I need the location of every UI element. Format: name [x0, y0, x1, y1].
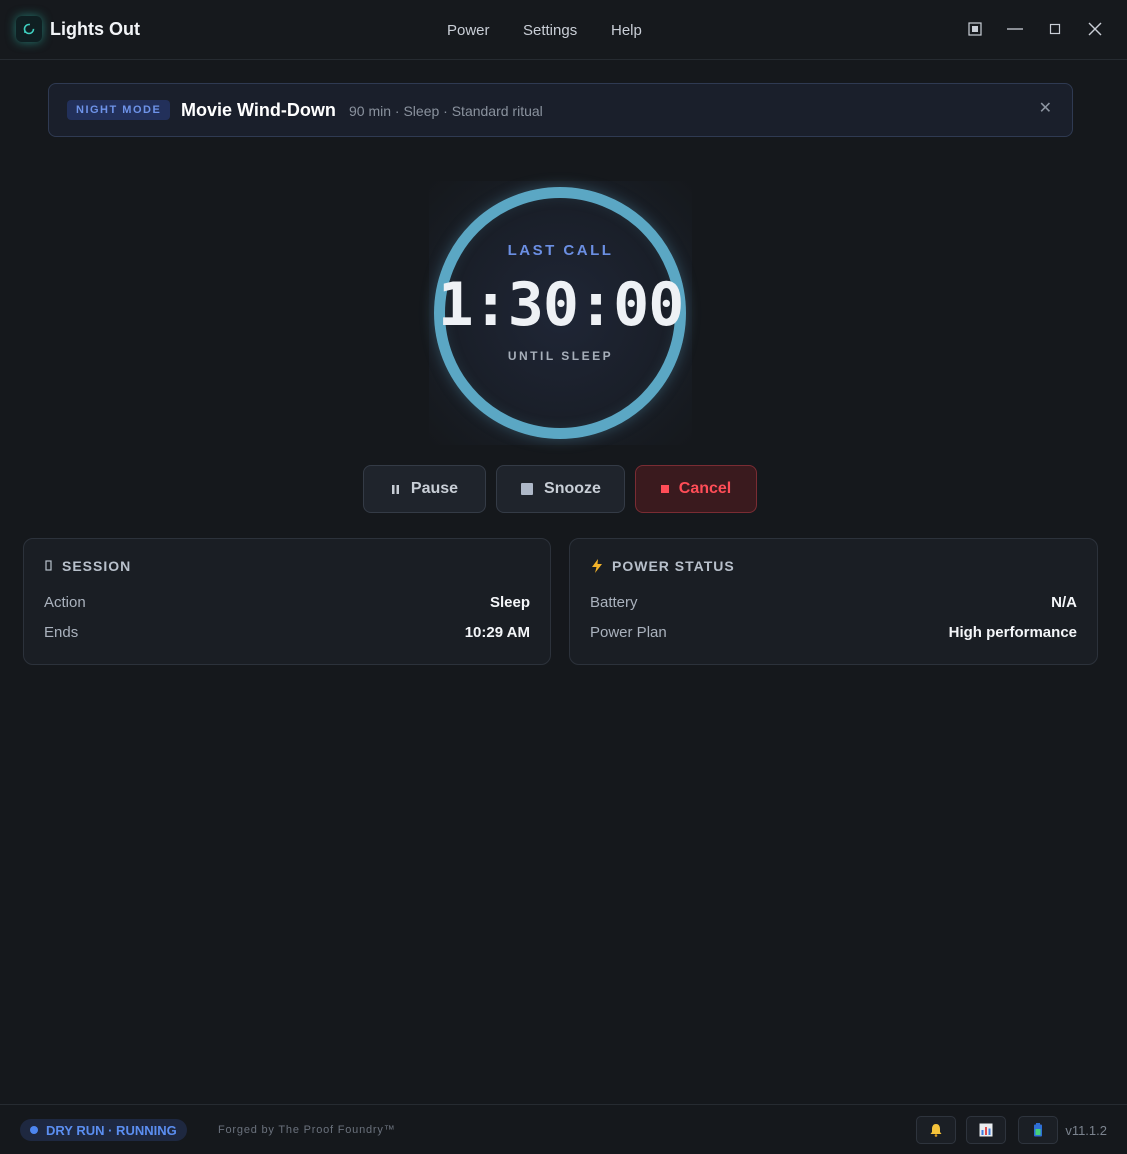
bell-icon: [930, 1124, 942, 1137]
maximize-icon: [1049, 23, 1061, 35]
app-logo-icon: [16, 16, 42, 42]
chart-icon: [979, 1123, 993, 1137]
timer-heading: LAST CALL: [507, 242, 614, 259]
battery-icon: [1034, 1123, 1042, 1137]
pause-button[interactable]: Pause: [363, 465, 486, 513]
run-status-badge: DRY RUN · RUNNING: [20, 1119, 187, 1141]
version-label: v11.1.2: [1065, 1123, 1107, 1138]
night-mode-badge: NIGHT MODE: [67, 100, 171, 120]
session-title: SESSION: [62, 558, 132, 574]
credit-text: Forged by The Proof Foundry™: [218, 1124, 396, 1136]
menu-help[interactable]: Help: [611, 22, 642, 39]
run-status-text: DRY RUN · RUNNING: [46, 1122, 177, 1138]
minimize-icon: [1007, 28, 1023, 30]
cancel-label: Cancel: [678, 480, 732, 497]
session-action-value: Sleep: [489, 594, 530, 611]
ritual-banner: NIGHT MODE Movie Wind-Down 90 min · Slee…: [48, 83, 1073, 137]
battery-value: N/A: [1051, 594, 1077, 611]
pause-icon: [391, 485, 399, 494]
cancel-icon: [660, 485, 669, 493]
session-ends-value: 10:29 AM: [464, 624, 530, 641]
session-icon: [45, 560, 52, 571]
countdown-time: 1:30:00: [437, 270, 685, 340]
power-status-card: POWER STATUS Battery N/A Power Plan High…: [569, 538, 1098, 665]
stop-icon: [521, 483, 534, 495]
session-ends-label: Ends: [44, 624, 79, 641]
compact-mode-icon: [968, 22, 982, 36]
session-action-label: Action: [44, 594, 86, 611]
snooze-label: Snooze: [544, 480, 601, 497]
maximize-button[interactable]: [1040, 14, 1070, 44]
session-header: SESSION: [44, 558, 131, 574]
power-plan-value: High performance: [948, 624, 1077, 641]
session-card: SESSION Action Sleep Ends 10:29 AM: [23, 538, 551, 665]
minimize-button[interactable]: [1000, 14, 1030, 44]
timer-subtitle: UNTIL SLEEP: [507, 349, 614, 363]
close-icon: [1088, 22, 1102, 36]
pause-label: Pause: [410, 480, 459, 497]
notifications-button[interactable]: [916, 1116, 956, 1144]
battery-label: Battery: [590, 594, 638, 611]
menu-settings[interactable]: Settings: [523, 22, 577, 39]
power-plan-label: Power Plan: [590, 624, 667, 641]
compact-mode-button[interactable]: [960, 14, 990, 44]
snooze-button[interactable]: Snooze: [496, 465, 625, 513]
close-window-button[interactable]: [1080, 14, 1110, 44]
stats-button[interactable]: [966, 1116, 1006, 1144]
menu-power[interactable]: Power: [447, 22, 490, 39]
lightning-icon: [592, 559, 602, 573]
app-title: Lights Out: [50, 19, 140, 39]
banner-close-button[interactable]: ✕: [1039, 98, 1052, 118]
cancel-button[interactable]: Cancel: [635, 465, 757, 513]
title-bar: Lights Out Power Settings Help: [0, 0, 1127, 60]
ritual-title: Movie Wind-Down: [181, 100, 336, 120]
power-status-title: POWER STATUS: [612, 558, 735, 574]
power-status-header: POWER STATUS: [590, 558, 735, 574]
status-bar: DRY RUN · RUNNING Forged by The Proof Fo…: [0, 1104, 1127, 1154]
status-dot-icon: [30, 1126, 38, 1134]
ritual-meta: 90 min · Sleep · Standard ritual: [349, 103, 543, 119]
battery-button[interactable]: [1018, 1116, 1058, 1144]
